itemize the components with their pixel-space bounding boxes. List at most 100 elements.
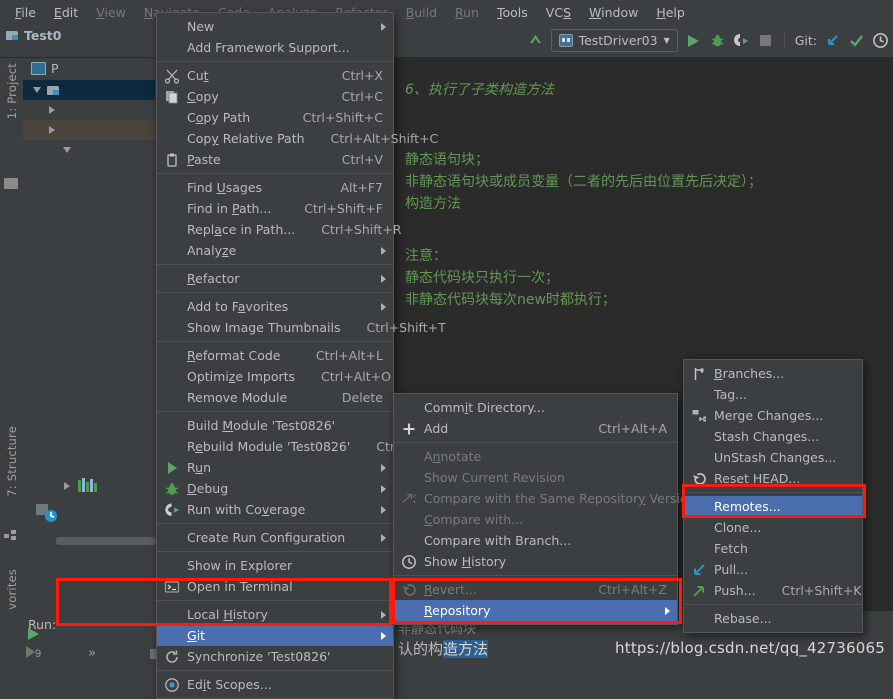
tree-row[interactable]	[23, 80, 155, 100]
menu-item-open-in-terminal[interactable]: Open in Terminal	[157, 576, 393, 597]
more-button[interactable]: »	[88, 646, 96, 661]
menu-item-add[interactable]: Add Ctrl+Alt+A	[394, 418, 677, 439]
menu-item-push[interactable]: Push... Ctrl+Shift+K	[684, 580, 862, 601]
menu-item-copy-relative-path[interactable]: Copy Relative Path Ctrl+Alt+Shift+C	[157, 128, 438, 149]
tree-row[interactable]	[23, 120, 155, 140]
menubar-item-tools[interactable]: Tools	[488, 3, 537, 22]
menu-item-remotes[interactable]: Remotes...	[684, 496, 862, 517]
bottom-line-highlight: 造方法	[443, 640, 489, 658]
menu-item-local-history[interactable]: Local History	[157, 604, 393, 625]
breadcrumb[interactable]: Test0	[6, 28, 61, 43]
menu-item-create-run-configuration[interactable]: Create Run Configuration	[157, 527, 393, 548]
run-button[interactable]	[685, 32, 702, 49]
menu-item-shortcut: Ctrl+X	[341, 68, 383, 83]
menubar-item-view[interactable]: View	[87, 3, 135, 22]
menu-item-paste[interactable]: Paste Ctrl+V	[157, 149, 393, 170]
menu-item-show-image-thumbnails[interactable]: Show Image Thumbnails Ctrl+Shift+T	[157, 317, 446, 338]
repository-submenu[interactable]: Branches... Tag... Merge Changes... Stash C…	[683, 359, 863, 633]
menu-item-label: Annotate	[424, 449, 482, 464]
menu-item-synchronize-test0826[interactable]: Synchronize 'Test0826'	[157, 646, 393, 667]
menu-item-add-to-favorites[interactable]: Add to Favorites	[157, 296, 393, 317]
menubar-item-vcs[interactable]: VCS	[537, 3, 580, 22]
menu-separator	[684, 604, 862, 605]
menu-item-run-with-coverage[interactable]: Run with Coverage	[157, 499, 393, 520]
menu-item-git[interactable]: Git	[157, 625, 393, 646]
menu-item-pull[interactable]: Pull...	[684, 559, 862, 580]
menubar-item-run[interactable]: Run	[446, 3, 488, 22]
menu-item-compare-with[interactable]: Compare with...	[394, 509, 677, 530]
menu-item-copy[interactable]: Copy Ctrl+C	[157, 86, 393, 107]
git-commit-icon[interactable]	[848, 32, 865, 49]
menu-item-run[interactable]: Run	[157, 457, 393, 478]
tree-row[interactable]	[23, 100, 155, 120]
git-history-icon[interactable]	[872, 32, 889, 49]
menu-item-clone[interactable]: Clone...	[684, 517, 862, 538]
menu-item-copy-path[interactable]: Copy Path Ctrl+Shift+C	[157, 107, 393, 128]
menu-item-show-current-revision[interactable]: Show Current Revision	[394, 467, 677, 488]
menu-separator	[157, 173, 393, 174]
menu-item-branches[interactable]: Branches...	[684, 363, 862, 384]
menu-item-compare-with-branch[interactable]: Compare with Branch...	[394, 530, 677, 551]
menu-item-stash-changes[interactable]: Stash Changes...	[684, 426, 862, 447]
menu-item-replace-in-path[interactable]: Replace in Path... Ctrl+Shift+R	[157, 219, 402, 240]
menu-item-label: Reformat Code	[187, 348, 281, 363]
project-tree[interactable]	[23, 80, 155, 160]
menu-item-repository[interactable]: Repository	[394, 600, 677, 621]
debug-button[interactable]	[709, 32, 726, 49]
menu-item-label: Run	[187, 460, 211, 475]
menubar-item-file[interactable]: FFileile	[6, 3, 45, 22]
menubar-item-edit[interactable]: Edit	[45, 3, 87, 22]
menubar-item-help[interactable]: Help	[647, 3, 694, 22]
menu-item-find-in-path[interactable]: Find in Path... Ctrl+Shift+F	[157, 198, 393, 219]
menu-item-new[interactable]: New	[157, 16, 393, 37]
menu-item-reformat-code[interactable]: Reformat Code Ctrl+Alt+L	[157, 345, 393, 366]
menu-separator	[394, 442, 677, 443]
menu-item-tag[interactable]: Tag...	[684, 384, 862, 405]
scrollbar-thumb[interactable]	[56, 537, 156, 545]
tree-row[interactable]	[23, 140, 155, 160]
update-project-icon[interactable]	[527, 32, 544, 49]
menu-item-label: Clone...	[714, 520, 762, 535]
menu-item-shortcut: Ctrl+V	[341, 152, 383, 167]
menu-item-annotate[interactable]: Annotate	[394, 446, 677, 467]
git-submenu[interactable]: Commit Directory... Add Ctrl+Alt+A Annotate…	[393, 393, 696, 625]
stop-button[interactable]	[757, 32, 774, 49]
menu-item-rebuild-module-test0826[interactable]: Rebuild Module 'Test0826'Ctrl+Shift+F9	[157, 436, 463, 457]
rerun-failed-icon[interactable]: 9	[24, 644, 46, 660]
menu-item-unstash-changes[interactable]: UnStash Changes...	[684, 447, 862, 468]
module-context-menu[interactable]: New Add Framework Support... Cut Ctrl+X Copy…	[156, 12, 463, 699]
git-pull-icon[interactable]	[824, 32, 841, 49]
code-line: 静态语句块；	[405, 152, 489, 168]
submenu-arrow-icon	[381, 246, 386, 255]
menu-item-reset-head[interactable]: Reset HEAD...	[684, 468, 862, 489]
menu-item-build-module-test0826[interactable]: Build Module 'Test0826'	[157, 415, 393, 436]
menu-item-merge-changes[interactable]: Merge Changes...	[684, 405, 862, 426]
menu-item-edit-scopes[interactable]: Edit Scopes...	[157, 674, 393, 695]
run-configuration-selector[interactable]: TestDriver03 ▼	[550, 29, 678, 52]
run-with-coverage-button[interactable]	[733, 32, 750, 49]
menu-item-find-usages[interactable]: Find Usages Alt+F7	[157, 177, 393, 198]
project-icon	[31, 61, 46, 75]
rerun-button[interactable]	[28, 628, 39, 640]
menu-item-optimize-imports[interactable]: Optimize Imports Ctrl+Alt+O	[157, 366, 393, 387]
menu-item-show-history[interactable]: Show History	[394, 551, 677, 572]
menu-item-show-in-explorer[interactable]: Show in Explorer	[157, 555, 393, 576]
menu-item-analyze[interactable]: Analyze	[157, 240, 393, 261]
menu-item-refactor[interactable]: Refactor	[157, 268, 393, 289]
sidebar-item-structure[interactable]: 7: Structure	[0, 420, 23, 530]
menu-bar[interactable]: FFileile Edit View Navigate Code Analyze…	[0, 0, 893, 24]
menu-item-revert[interactable]: Revert... Ctrl+Alt+Z	[394, 579, 677, 600]
menu-item-debug[interactable]: Debug	[157, 478, 393, 499]
menu-item-label: Show in Explorer	[187, 558, 293, 573]
sidebar-item-project[interactable]: 1: Project	[0, 57, 23, 177]
menu-item-remove-module[interactable]: Remove Module Delete	[157, 387, 393, 408]
menu-item-fetch[interactable]: Fetch	[684, 538, 862, 559]
menu-item-cut[interactable]: Cut Ctrl+X	[157, 65, 393, 86]
menubar-item-build[interactable]: Build	[397, 3, 446, 22]
menu-item-commit-directory[interactable]: Commit Directory...	[394, 397, 677, 418]
menubar-item-window[interactable]: Window	[580, 3, 647, 22]
menu-item-rebase[interactable]: Rebase...	[684, 608, 862, 629]
menu-item-label: Add Framework Support...	[187, 40, 350, 55]
menu-item-compare-with-the-same-repository-version[interactable]: Compare with the Same Repository Version	[394, 488, 696, 509]
menu-item-add-framework-support[interactable]: Add Framework Support...	[157, 37, 393, 58]
